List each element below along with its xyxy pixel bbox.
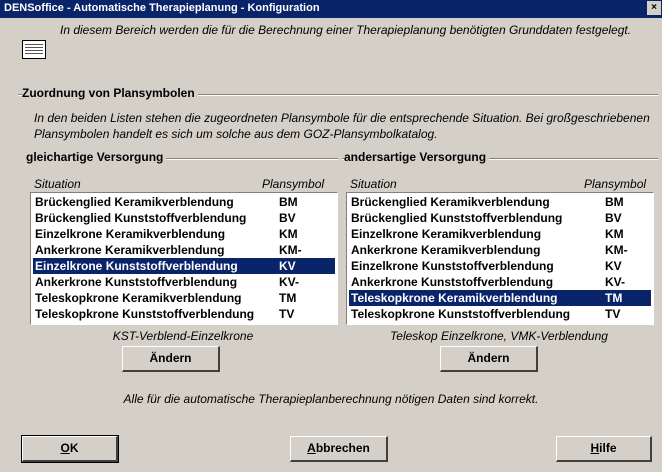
list-item[interactable]: Ankerkrone Kunststoffverblendung KV- (349, 274, 651, 290)
right-group-title: andersartige Versorgung (344, 150, 490, 164)
list-item-situation: Teleskopkrone Kunststoffverblendung (35, 307, 255, 321)
list-item-situation: Ankerkrone Kunststoffverblendung (35, 275, 238, 289)
list-item-situation: Brückenglied Keramikverblendung (35, 195, 234, 209)
right-col-situation: Situation (350, 177, 397, 191)
list-item-situation: Teleskopkrone Keramikverblendung (351, 291, 558, 305)
list-item-symbol: TV (279, 307, 295, 321)
left-col-symbol: Plansymbol (262, 177, 325, 191)
list-item-situation: Ankerkrone Keramikverblendung (35, 243, 225, 257)
list-item-situation: Brückenglied Kunststoffverblendung (35, 211, 247, 225)
list-item[interactable]: Ankerkrone Kunststoffverblendung KV- (33, 274, 335, 290)
help-accel: H (590, 441, 600, 455)
list-item-situation: Teleskopkrone Kunststoffverblendung (351, 307, 571, 321)
ok-rest: K (69, 441, 79, 455)
help-button[interactable]: Hilfe (556, 436, 652, 462)
ok-button[interactable]: OK (21, 435, 119, 463)
ok-accel: O (60, 441, 70, 455)
list-item[interactable]: Brückenglied Kunststoffverblendung BV (349, 210, 651, 226)
list-item-situation: Einzelkrone Keramikverblendung (351, 227, 542, 241)
list-item-situation: Brückenglied Keramikverblendung (351, 195, 550, 209)
list-item[interactable]: Einzelkrone Kunststoffverblendung KV (349, 258, 651, 274)
list-item-symbol: KM (605, 227, 624, 241)
list-item-symbol: KM- (279, 243, 302, 257)
left-caption: KST-Verblend-Einzelkrone (112, 329, 254, 343)
right-caption: Teleskop Einzelkrone, VMK-Verblendung (390, 329, 608, 343)
list-item-symbol: KV- (605, 275, 626, 289)
list-item-situation: Einzelkrone Keramikverblendung (35, 227, 226, 241)
list-item-symbol: TM (605, 291, 623, 305)
list-item-symbol: BM (279, 195, 298, 209)
list-item[interactable]: Ankerkrone Keramikverblendung KM- (349, 242, 651, 258)
list-item-situation: Einzelkrone Kunststoffverblendung (351, 259, 554, 273)
list-item[interactable]: Brückenglied Keramikverblendung BM (33, 194, 335, 210)
list-item[interactable]: Ankerkrone Keramikverblendung KM- (33, 242, 335, 258)
left-listbox[interactable]: Brückenglied Keramikverblendung BM Brücken… (30, 192, 338, 325)
list-item-symbol: KM (279, 227, 298, 241)
title-bar: DENSoffice - Automatische Therapieplanun… (0, 0, 662, 18)
list-item-situation: Ankerkrone Keramikverblendung (351, 243, 541, 257)
left-group-title: gleichartige Versorgung (26, 150, 167, 164)
intro-text: In diesem Bereich werden die für die Ber… (60, 23, 632, 37)
list-item[interactable]: Brückenglied Kunststoffverblendung BV (33, 210, 335, 226)
list-item-situation: Teleskopkrone Keramikverblendung (35, 291, 242, 305)
close-button[interactable]: × (647, 1, 661, 15)
list-item[interactable]: Teleskopkrone Kunststoffverblendung TV (349, 306, 651, 322)
list-item[interactable]: Brückenglied Keramikverblendung BM (349, 194, 651, 210)
list-item-symbol: KV- (279, 275, 300, 289)
window-title: DENSoffice - Automatische Therapieplanun… (4, 2, 320, 14)
list-item[interactable]: Teleskopkrone Kunststoffverblendung TV (33, 306, 335, 322)
cancel-button[interactable]: Abbrechen (290, 436, 388, 462)
list-item[interactable]: Einzelkrone Keramikverblendung KM (33, 226, 335, 242)
cancel-rest: bbrechen (315, 441, 370, 455)
help-rest: ilfe (599, 441, 617, 455)
list-item[interactable]: Einzelkrone Kunststoffverblendung KV (33, 258, 335, 274)
cancel-accel: A (307, 441, 316, 455)
left-change-button[interactable]: Ändern (122, 346, 220, 372)
list-item-symbol: KV (279, 259, 296, 273)
list-item-symbol: TV (605, 307, 621, 321)
list-item-situation: Ankerkrone Kunststoffverblendung (351, 275, 554, 289)
list-item-symbol: KM- (605, 243, 628, 257)
list-item-symbol: BV (605, 211, 622, 225)
list-item-situation: Einzelkrone Kunststoffverblendung (35, 259, 238, 273)
list-item-symbol: BV (279, 211, 296, 225)
document-icon (22, 40, 46, 59)
list-item-symbol: KV (605, 259, 622, 273)
left-col-situation: Situation (34, 177, 81, 191)
list-item[interactable]: Einzelkrone Keramikverblendung KM (349, 226, 651, 242)
right-change-button[interactable]: Ändern (440, 346, 538, 372)
section-description: In den beiden Listen stehen die zugeordn… (34, 111, 650, 141)
list-item[interactable]: Teleskopkrone Keramikverblendung TM (33, 290, 335, 306)
right-col-symbol: Plansymbol (584, 177, 647, 191)
list-item-symbol: TM (279, 291, 297, 305)
list-item-situation: Brückenglied Kunststoffverblendung (351, 211, 563, 225)
right-listbox[interactable]: Brückenglied Keramikverblendung BM Brücken… (346, 192, 654, 325)
list-item-symbol: BM (605, 195, 624, 209)
list-item[interactable]: Teleskopkrone Keramikverblendung TM (349, 290, 651, 306)
section-title: Zuordnung von Plansymbolen (22, 86, 198, 100)
status-text: Alle für die automatische Therapieplanbe… (123, 392, 539, 406)
